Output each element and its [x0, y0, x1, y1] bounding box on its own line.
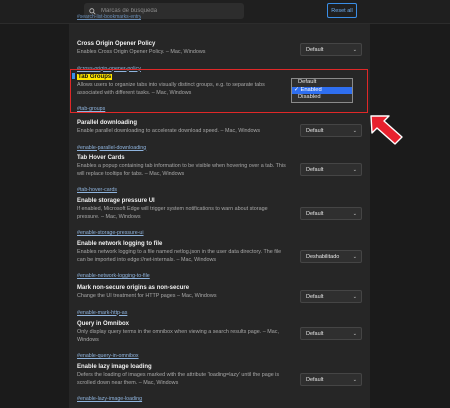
chevron-down-icon: ⌄: [352, 128, 357, 134]
dropdown-option-selected[interactable]: ✓ Enabled: [292, 86, 352, 94]
flag-link[interactable]: #enable-lazy-image-loading: [77, 396, 142, 404]
flag-title: Tab Hover Cards: [77, 155, 125, 161]
tab-groups-dropdown[interactable]: Default ✓ Enabled Disabled: [291, 78, 353, 103]
flag-select[interactable]: Default ⌄: [300, 290, 362, 303]
truncated-flag-link[interactable]: #search-list-bookmarks-entry: [77, 14, 141, 20]
chevron-down-icon: ⌄: [352, 294, 357, 300]
chevron-down-icon: ⌄: [352, 211, 357, 217]
flag-link[interactable]: #tab-hover-cards: [77, 187, 117, 195]
flag-select[interactable]: Default ⌄: [300, 43, 362, 56]
flag-select[interactable]: Deshabilitado ⌄: [300, 250, 362, 263]
flag-cross-origin-opener-policy: Cross Origin Opener Policy Enables Cross…: [77, 40, 362, 72]
chevron-down-icon: ⌄: [352, 377, 357, 383]
chevron-down-icon: ⌄: [352, 254, 357, 260]
flag-description: If enabled, Microsoft Edge will trigger …: [77, 206, 268, 220]
flag-link[interactable]: #enable-storage-pressure-ui: [77, 230, 144, 238]
flag-query-in-omnibox: Query in Omnibox Only display query term…: [77, 320, 362, 362]
flag-link[interactable]: #tab-groups: [77, 106, 105, 114]
flag-select[interactable]: Default ⌄: [300, 163, 362, 176]
flag-mark-non-secure: Mark non-secure origins as non-secure Ch…: [77, 284, 362, 319]
flag-description: Defers the loading of images marked with…: [77, 372, 280, 386]
flag-description: Allows users to organize tabs into visua…: [77, 82, 265, 96]
flag-select[interactable]: Default ⌄: [300, 373, 362, 386]
chevron-down-icon: ⌄: [352, 331, 357, 337]
top-bar: Reset all: [0, 0, 450, 24]
flag-marker: [72, 73, 75, 79]
flag-description: Enables Cross Origin Opener Policy. – Ma…: [77, 49, 206, 55]
flag-description: Only display query terms in the omnibox …: [77, 329, 279, 343]
flag-link[interactable]: #enable-mark-http-as: [77, 310, 127, 318]
chevron-down-icon: ⌄: [352, 47, 357, 53]
flag-description: Enable parallel downloading to accelerat…: [77, 128, 261, 134]
flag-parallel-downloading: Parallel downloading Enable parallel dow…: [77, 119, 362, 154]
flag-storage-pressure-ui: Enable storage pressure UI If enabled, M…: [77, 197, 362, 239]
flag-title: Enable lazy image loading: [77, 364, 152, 370]
scrollbar[interactable]: [444, 24, 450, 408]
flag-description: Change the UI treatment for HTTP pages –…: [77, 293, 217, 299]
flag-select[interactable]: Default ⌄: [300, 124, 362, 137]
flag-title: Enable storage pressure UI: [77, 198, 155, 204]
flag-title: Enable network logging to file: [77, 241, 163, 247]
flag-link[interactable]: #enable-network-logging-to-file: [77, 273, 150, 281]
dropdown-option[interactable]: Disabled: [292, 94, 352, 102]
reset-all-button[interactable]: Reset all: [327, 3, 357, 18]
flag-select[interactable]: Default ⌄: [300, 327, 362, 340]
chevron-down-icon: ⌄: [352, 167, 357, 173]
flag-tab-hover-cards: Tab Hover Cards Enables a popup containi…: [77, 154, 362, 196]
flag-network-logging: Enable network logging to file Enables n…: [77, 240, 362, 282]
red-arrow-icon: [370, 115, 403, 145]
flag-link[interactable]: #enable-query-in-omnibox: [77, 353, 139, 361]
flag-select[interactable]: Default ⌄: [300, 207, 362, 220]
flag-description: Enables a popup containing tab informati…: [77, 163, 286, 177]
flag-link[interactable]: #enable-parallel-downloading: [77, 145, 146, 153]
flag-description: Enables network logging to a file named …: [77, 249, 282, 263]
flag-lazy-image-loading: Enable lazy image loading Defers the loa…: [77, 363, 362, 405]
dropdown-option[interactable]: Default: [292, 79, 352, 87]
